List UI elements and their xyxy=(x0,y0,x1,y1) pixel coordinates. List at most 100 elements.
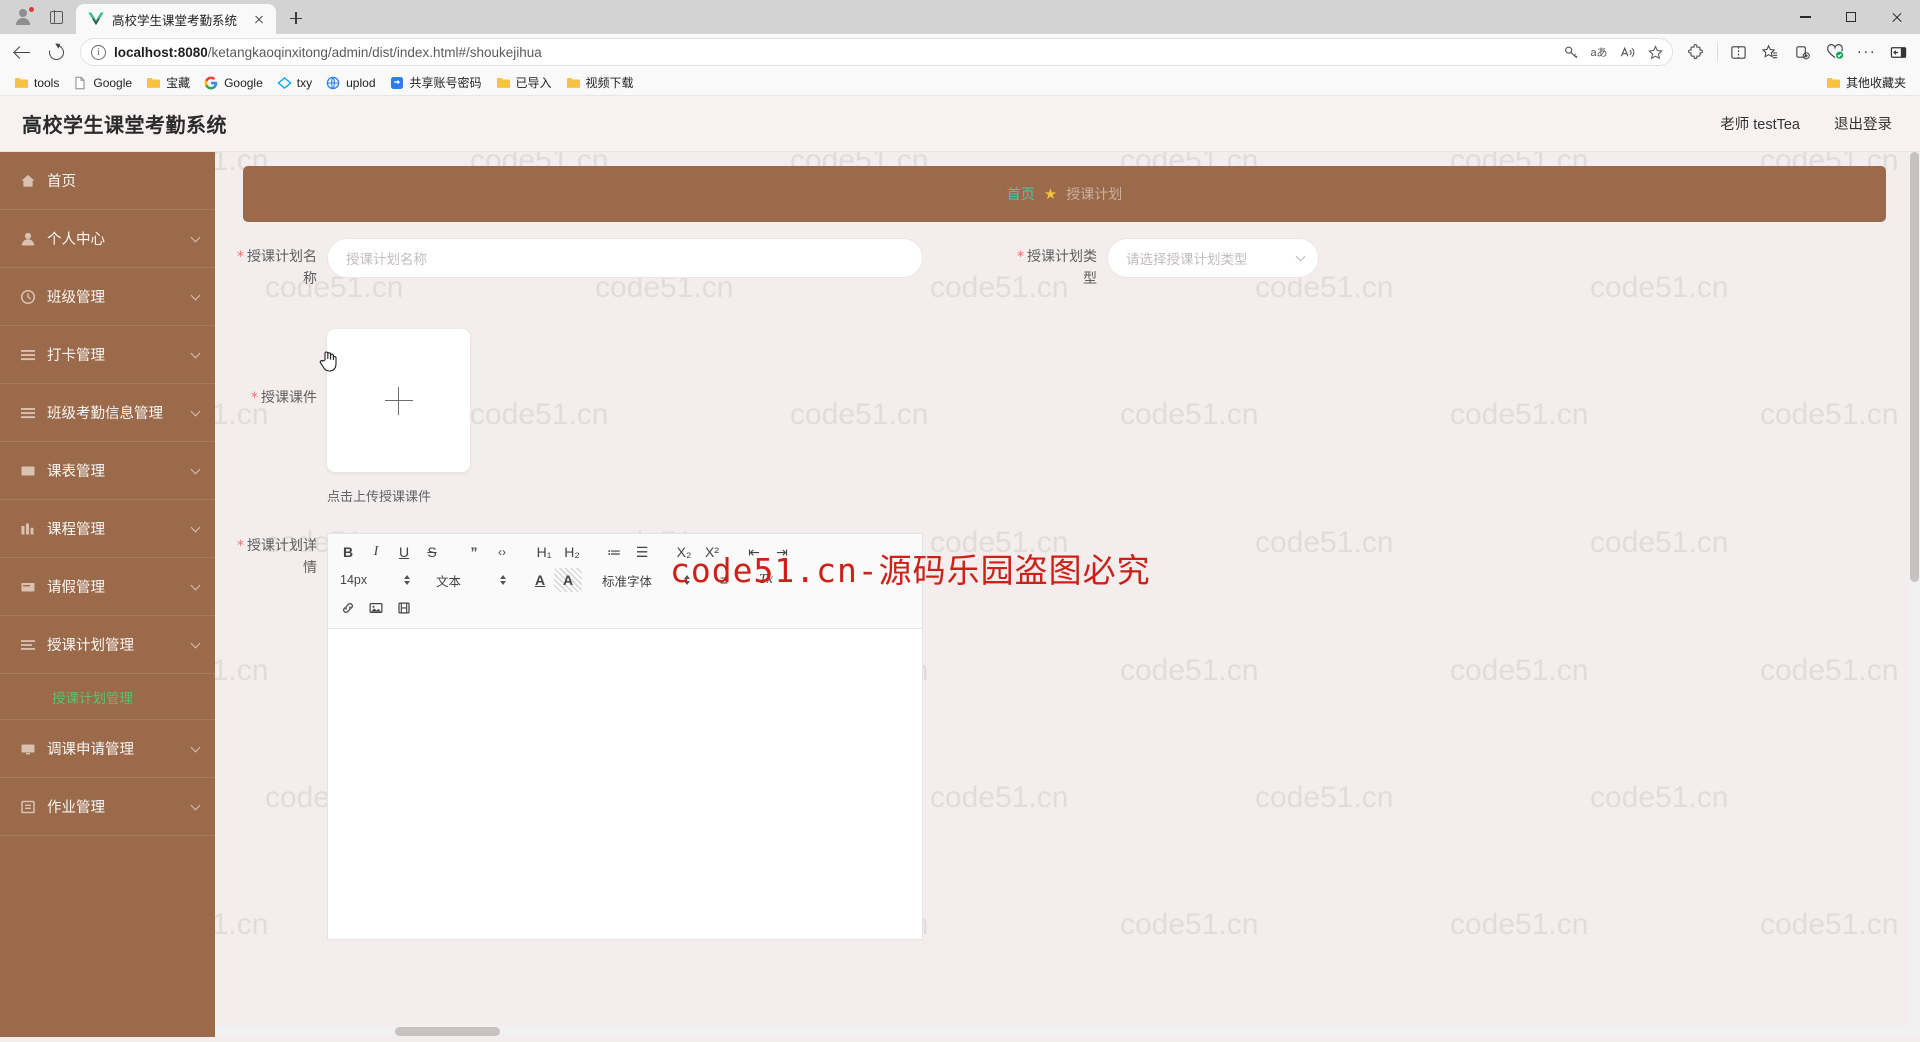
browser-essentials-icon[interactable] xyxy=(1819,37,1850,67)
bookmark-item[interactable]: 宝藏 xyxy=(140,72,196,93)
maximize-button[interactable] xyxy=(1828,0,1874,34)
sidebar-subitem-teaching-plan-management[interactable]: 授课计划管理 xyxy=(0,674,215,720)
text-style-select[interactable]: 文本 xyxy=(430,568,512,592)
scrollbar-thumb[interactable] xyxy=(1910,152,1919,582)
editor-content-area[interactable] xyxy=(328,629,922,939)
font-size-select[interactable]: 14px xyxy=(334,568,416,592)
sidebar-item-checkin-management[interactable]: 打卡管理 xyxy=(0,326,215,384)
plus-icon xyxy=(384,386,413,415)
detail-label: * 授课计划详情 xyxy=(225,533,317,578)
address-bar[interactable]: i localhost:8080/ketangkaoqinxitong/admi… xyxy=(80,38,1673,66)
logout-button[interactable]: 退出登录 xyxy=(1834,113,1892,134)
minimize-button[interactable] xyxy=(1782,0,1828,34)
sidebar-item-teaching-plan-management[interactable]: 授课计划管理 xyxy=(0,616,215,674)
video-icon[interactable] xyxy=(390,596,418,620)
other-bookmarks-button[interactable]: 其他收藏夹 xyxy=(1820,72,1912,93)
sidebar-item-class-management[interactable]: 班级管理 xyxy=(0,268,215,326)
plan-name-label-text: 授课计划名称 xyxy=(247,248,317,286)
underline-icon[interactable]: U xyxy=(390,540,418,564)
strikethrough-icon[interactable]: S xyxy=(418,540,446,564)
bookmark-item[interactable]: tools xyxy=(8,74,65,92)
close-window-button[interactable] xyxy=(1874,0,1920,34)
profile-button[interactable] xyxy=(6,2,40,32)
page-icon xyxy=(73,76,88,90)
site-info-icon[interactable]: i xyxy=(91,44,106,60)
sidebar-item-timetable-management[interactable]: 课表管理 xyxy=(0,442,215,500)
link-icon[interactable] xyxy=(334,596,362,620)
sidebar-item-personal-center[interactable]: 个人中心 xyxy=(0,210,215,268)
app-body: 首页 个人中心 班级管理 打卡管理 班级考勤信息管理 课表管理 课程管理 请假管… xyxy=(0,152,1920,1037)
split-screen-icon[interactable] xyxy=(1723,37,1754,67)
back-button[interactable] xyxy=(6,37,38,67)
key-icon[interactable] xyxy=(1558,40,1584,64)
bookmark-item[interactable]: 共享账号密码 xyxy=(384,72,488,93)
heading-2-icon[interactable]: H₂ xyxy=(558,540,586,564)
bookmark-item[interactable]: Google xyxy=(198,74,269,92)
collections-icon[interactable] xyxy=(1755,37,1786,67)
list-icon xyxy=(20,347,36,363)
background-color-icon[interactable]: A xyxy=(554,568,582,592)
rich-text-editor[interactable]: B I U S ” ‹› H₁ H₂ ≔ ☰ X₂ X² ⇤ ⇥ 14px 文本… xyxy=(327,533,923,940)
sidebar-item-leave-management[interactable]: 请假管理 xyxy=(0,558,215,616)
sidebar-toggle-icon[interactable] xyxy=(1883,37,1914,67)
bold-icon[interactable]: B xyxy=(334,540,362,564)
courseware-upload-button[interactable] xyxy=(327,329,470,472)
star-icon: ★ xyxy=(1043,186,1058,203)
vertical-scrollbar[interactable] xyxy=(1909,152,1920,1037)
extensions-icon[interactable] xyxy=(1681,37,1712,67)
list-icon xyxy=(20,405,36,421)
font-family-value: 标准字体 xyxy=(602,574,653,589)
reload-button[interactable] xyxy=(40,37,72,67)
bookmark-item[interactable]: uplod xyxy=(320,74,381,92)
editor-toolbar-row-3 xyxy=(334,596,916,620)
new-tab-button[interactable] xyxy=(282,4,310,32)
back-arrow-icon xyxy=(14,44,31,61)
bookmark-item[interactable]: 其他收藏夹 xyxy=(1820,72,1912,93)
bookmark-item[interactable]: Google xyxy=(67,74,138,92)
bookmark-label: 视频下载 xyxy=(585,76,634,90)
sidebar-item-label: 授课计划管理 xyxy=(47,638,134,654)
horizontal-scrollbar[interactable] xyxy=(215,1026,1909,1037)
chevron-down-icon xyxy=(190,638,201,648)
form-row-basic: * 授课计划名称 授课计划名称 * 授课计划类型 请选择授课计划类型 xyxy=(215,238,1920,289)
code-icon[interactable]: ‹› xyxy=(488,540,516,564)
bullet-list-icon[interactable]: ☰ xyxy=(628,540,656,564)
tab-search-button[interactable] xyxy=(40,2,72,32)
required-marker: * xyxy=(237,538,244,554)
sidebar-item-label: 课表管理 xyxy=(47,464,105,480)
favorite-star-icon[interactable] xyxy=(1642,40,1668,64)
app-header: 高校学生课堂考勤系统 老师 testTea 退出登录 xyxy=(0,96,1920,152)
scrollbar-thumb[interactable] xyxy=(395,1027,500,1036)
sidebar-item-course-change-request[interactable]: 调课申请管理 xyxy=(0,720,215,778)
blockquote-icon[interactable]: ” xyxy=(460,540,488,564)
heading-1-icon[interactable]: H₁ xyxy=(530,540,558,564)
chevron-down-icon xyxy=(190,800,201,810)
plan-name-input[interactable]: 授课计划名称 xyxy=(327,238,923,278)
plan-type-select[interactable]: 请选择授课计划类型 xyxy=(1107,238,1319,278)
tab-close-icon[interactable] xyxy=(250,10,268,28)
vue-logo-icon xyxy=(88,12,104,26)
bookmark-item[interactable]: txy xyxy=(271,74,318,92)
browser-tab[interactable]: 高校学生课堂考勤系统 xyxy=(76,4,276,34)
sidebar-item-homework-management[interactable]: 作业管理 xyxy=(0,778,215,836)
ordered-list-icon[interactable]: ≔ xyxy=(600,540,628,564)
sidebar-item-class-attendance-info[interactable]: 班级考勤信息管理 xyxy=(0,384,215,442)
sidebar-item-label: 作业管理 xyxy=(47,800,105,816)
read-aloud-icon[interactable] xyxy=(1614,40,1640,64)
translate-icon[interactable]: aあ xyxy=(1586,40,1612,64)
italic-icon[interactable]: I xyxy=(362,540,390,564)
reload-icon xyxy=(45,41,67,63)
bookmark-item[interactable]: 视频下载 xyxy=(560,72,640,93)
add-tab-icon[interactable] xyxy=(1787,37,1818,67)
image-icon[interactable] xyxy=(362,596,390,620)
sidebar-item-label: 班级考勤信息管理 xyxy=(47,406,163,422)
font-size-value: 14px xyxy=(340,573,368,587)
url-text: localhost:8080/ketangkaoqinxitong/admin/… xyxy=(114,45,1550,60)
table-icon xyxy=(20,463,36,479)
font-color-icon[interactable]: A xyxy=(526,568,554,592)
sidebar-item-home[interactable]: 首页 xyxy=(0,152,215,210)
bookmark-item[interactable]: 已导入 xyxy=(490,72,558,93)
breadcrumb-home-link[interactable]: 首页 xyxy=(1007,184,1035,204)
settings-more-icon[interactable]: ··· xyxy=(1851,37,1882,67)
sidebar-item-course-management[interactable]: 课程管理 xyxy=(0,500,215,558)
